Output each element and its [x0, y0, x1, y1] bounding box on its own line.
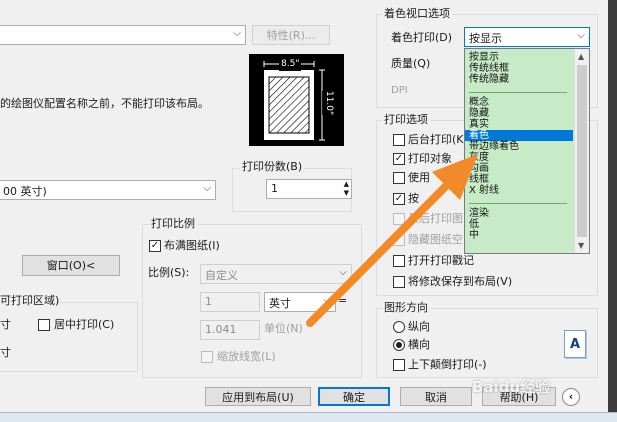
chevron-down-icon: ⌵: [577, 30, 585, 41]
scale-value2-input[interactable]: 1.041: [200, 320, 260, 340]
shade-plot-dropdown-list[interactable]: 按显示 传统线框 传统隐藏概念 隐藏 真实 着色 带边缘着色 灰度 勾画 线框 X 射线渲染低中 ▲…: [464, 48, 590, 254]
apply-to-layout-button[interactable]: 应用到布局(U): [205, 387, 311, 406]
center-plot-checkbox[interactable]: [38, 319, 50, 331]
dropdown-option[interactable]: 带边缘着色: [465, 141, 573, 152]
scale-label: 比例(S):: [148, 266, 190, 279]
ok-button[interactable]: 确定: [318, 387, 390, 406]
dropdown-option[interactable]: 渲染: [465, 208, 573, 219]
paper-width-label: 8.5": [279, 57, 302, 71]
quality-label: 质量(Q): [391, 57, 431, 70]
plot-paperspace-last-label: 最后打印图: [408, 212, 463, 225]
dropdown-option[interactable]: 着色: [465, 130, 573, 141]
landscape-page-icon: A: [564, 330, 586, 358]
plot-object-lineweights-checkbox[interactable]: ✓: [393, 153, 405, 165]
plot-area-label: 可打印区域): [0, 294, 60, 308]
scale-lineweights-label: 缩放线宽(L): [217, 350, 276, 363]
background-plot-label: 后台打印(K): [408, 133, 468, 146]
page-glyph: A: [570, 337, 581, 352]
save-changes-label: 将修改保存到布局(V): [408, 275, 513, 288]
unit-label: 单位(N): [264, 322, 303, 335]
plot-area-group: [0, 302, 138, 372]
scale-select[interactable]: 自定义 ⌵: [200, 264, 352, 284]
plot-with-styles-label: 按: [408, 192, 419, 205]
collapse-options-button[interactable]: ‹: [562, 388, 580, 406]
scale-value1-input[interactable]: 1: [200, 292, 260, 312]
copies-spinner[interactable]: 1 ▲ ▼: [266, 179, 352, 199]
dropdown-option[interactable]: X 射线: [465, 185, 573, 196]
dropdown-option[interactable]: 真实: [465, 119, 573, 130]
dropdown-option[interactable]: 传统线框: [465, 63, 573, 74]
chevron-down-icon: ⌵: [203, 183, 211, 194]
spin-up-icon[interactable]: ▲: [344, 180, 349, 188]
plot-scale-label: 打印比例: [149, 217, 197, 231]
dropdown-option[interactable]: 勾画: [465, 163, 573, 174]
fit-to-paper-label: 布满图纸(I): [164, 239, 220, 252]
portrait-radio[interactable]: [393, 321, 405, 333]
dropdown-option[interactable]: 传统隐藏: [465, 74, 573, 85]
scale-unit-select[interactable]: 英寸 ⌵: [264, 292, 336, 312]
watermark-text: Baidu经验: [472, 378, 551, 396]
portrait-label: 纵向: [408, 320, 430, 333]
dropdown-option[interactable]: 隐藏: [465, 108, 573, 119]
spin-down-icon[interactable]: ▼: [344, 189, 349, 197]
plot-object-lineweights-label: 打印对象: [408, 152, 452, 165]
paper-preview: 8.5" 11.0": [249, 54, 344, 146]
plot-stamp-label: 打开打印戳记: [408, 254, 474, 267]
shade-plot-label: 着色打印(D): [391, 31, 453, 44]
hide-paperspace-objects-label: 隐藏图纸空: [408, 233, 463, 246]
plotter-warning-text: 的绘图仪配置名称之前，不能打印该布局。: [0, 97, 209, 110]
plot-options-label: 打印选项: [382, 113, 430, 127]
dropdown-items: 按显示 传统线框 传统隐藏概念 隐藏 真实 着色 带边缘着色 灰度 勾画 线框 X 射线渲染低中: [465, 52, 573, 241]
window-frame-bottom: [0, 412, 617, 422]
chevron-down-icon: ⌵: [323, 295, 331, 306]
window-frame-right: [608, 0, 617, 422]
dropdown-option[interactable]: 中: [465, 230, 573, 241]
cancel-button[interactable]: 取消: [400, 387, 472, 406]
shade-plot-select[interactable]: 按显示 ⌵: [464, 27, 590, 47]
plot-with-styles-checkbox[interactable]: ✓: [393, 193, 405, 205]
offset-y-unit: 寸: [0, 346, 11, 359]
dropdown-option[interactable]: 低: [465, 219, 573, 230]
upside-down-checkbox[interactable]: [393, 359, 405, 371]
landscape-radio[interactable]: [393, 339, 405, 351]
fit-to-paper-checkbox[interactable]: ✓: [149, 240, 161, 252]
dropdown-scrollbar[interactable]: ▲ ▼: [574, 49, 589, 253]
dropdown-option[interactable]: 线框: [465, 174, 573, 185]
scroll-up-icon[interactable]: ▲: [578, 52, 584, 61]
copies-label: 打印份数(B): [240, 160, 305, 174]
hide-paperspace-objects-checkbox[interactable]: [393, 234, 405, 246]
dropdown-option[interactable]: 灰度: [465, 152, 573, 163]
dpi-label: DPI: [391, 85, 408, 96]
paper-height-label: 11.0": [322, 90, 337, 116]
dropdown-option[interactable]: 概念: [465, 97, 573, 108]
shaded-viewport-label: 着色视口选项: [382, 7, 452, 21]
plot-paperspace-last-checkbox[interactable]: [393, 213, 405, 225]
scrollbar-thumb[interactable]: [577, 65, 587, 237]
center-plot-label: 居中打印(C): [54, 318, 115, 331]
landscape-label: 横向: [408, 338, 430, 351]
orientation-label: 图形方向: [382, 301, 430, 315]
scroll-down-icon[interactable]: ▼: [578, 241, 584, 250]
save-changes-checkbox[interactable]: [393, 276, 405, 288]
printer-name-select[interactable]: ⌵: [0, 25, 246, 45]
equals-sign: =: [338, 294, 348, 307]
use-plot-styles-checkbox[interactable]: [393, 172, 405, 184]
paper-size-select[interactable]: 00 英寸) ⌵: [0, 180, 216, 200]
chevron-down-icon: ⌵: [233, 28, 241, 39]
chevron-down-icon: ⌵: [339, 267, 347, 278]
offset-x-unit: 寸: [0, 318, 11, 331]
window-button[interactable]: 窗口(O)<: [22, 255, 120, 276]
plot-stamp-checkbox[interactable]: [393, 255, 405, 267]
properties-button[interactable]: 特性(R)...: [252, 25, 330, 45]
use-plot-styles-label: 使用: [408, 171, 430, 184]
scale-lineweights-checkbox[interactable]: [201, 351, 213, 363]
dropdown-option[interactable]: 按显示: [465, 52, 573, 63]
background-plot-checkbox[interactable]: [393, 134, 405, 146]
chevron-left-icon: ‹: [568, 390, 574, 403]
upside-down-label: 上下颠倒打印(-): [408, 358, 487, 371]
